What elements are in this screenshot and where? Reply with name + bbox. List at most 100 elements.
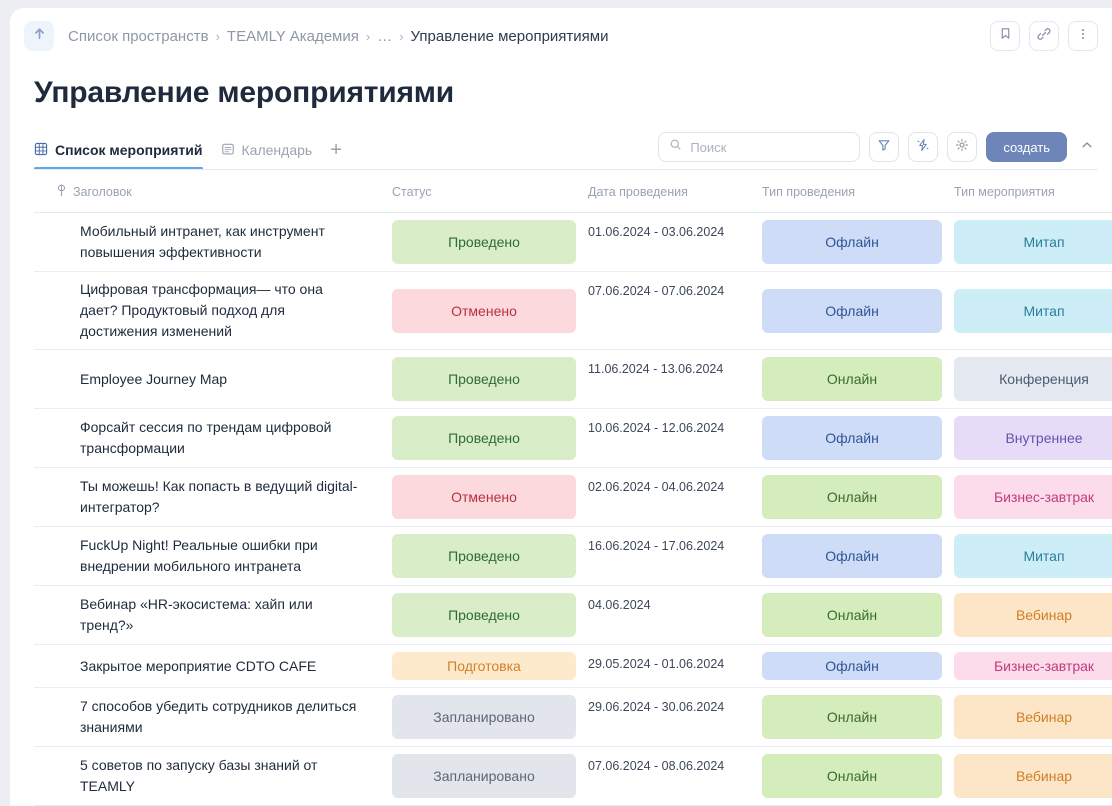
cell-mode[interactable]: Офлайн <box>762 408 954 468</box>
table-row[interactable]: Закрытое мероприятие CDTO CAFE Подготовка… <box>34 644 1112 688</box>
cell-mode[interactable]: Онлайн <box>762 585 954 645</box>
cell-status[interactable]: Проведено <box>392 526 588 586</box>
cell-type[interactable]: Митап <box>954 526 1112 586</box>
cell-title[interactable]: Employee Journey Map <box>34 349 392 409</box>
cell-date[interactable]: 02.06.2024 - 04.06.2024 <box>588 467 762 527</box>
cell-mode[interactable]: Онлайн <box>762 467 954 527</box>
cell-status[interactable]: Запланировано <box>392 746 588 806</box>
column-header-title-label: Заголовок <box>73 185 132 199</box>
cell-title[interactable]: 5 советов по запуску базы знаний от TEAM… <box>34 746 392 806</box>
cell-status[interactable]: Проведено <box>392 585 588 645</box>
table-row[interactable]: FuckUp Night! Реальные ошибки при внедре… <box>34 526 1112 586</box>
breadcrumb-item-0[interactable]: Список пространств <box>68 28 209 45</box>
table-row[interactable]: 5 советов по запуску базы знаний от TEAM… <box>34 746 1112 806</box>
column-header-status[interactable]: Статус <box>392 170 588 213</box>
cell-date[interactable]: 07.06.2024 - 08.06.2024 <box>588 746 762 806</box>
more-options-button[interactable] <box>1068 21 1098 51</box>
filter-button[interactable] <box>869 132 900 162</box>
breadcrumb-item-current[interactable]: Управление мероприятиями <box>411 28 609 45</box>
column-header-date[interactable]: Дата проведения <box>588 170 762 213</box>
status-badge: Проведено <box>392 593 576 637</box>
breadcrumb-item-1[interactable]: TEAMLY Академия <box>227 28 359 45</box>
mode-badge: Офлайн <box>762 534 942 578</box>
cell-type[interactable]: Митап <box>954 271 1112 350</box>
sort-icon <box>56 184 67 200</box>
table-header-row: Заголовок Статус Дата проведения Тип про… <box>34 170 1112 213</box>
table-row[interactable]: Цифровая трансформация— что она дает? Пр… <box>34 271 1112 350</box>
link-button[interactable] <box>1029 21 1059 51</box>
search-box[interactable] <box>658 132 861 162</box>
automation-button[interactable] <box>908 132 939 162</box>
search-input[interactable] <box>690 139 850 155</box>
table-toolbar: создать <box>658 132 1098 170</box>
status-badge: Подготовка <box>392 652 576 680</box>
cell-date[interactable]: 16.06.2024 - 17.06.2024 <box>588 526 762 586</box>
cell-type[interactable]: Внутреннее <box>954 408 1112 468</box>
cell-date[interactable]: 29.05.2024 - 01.06.2024 <box>588 644 762 688</box>
cell-date[interactable]: 01.06.2024 - 03.06.2024 <box>588 212 762 272</box>
collapse-panel-button[interactable] <box>1076 134 1098 160</box>
bookmark-button[interactable] <box>990 21 1020 51</box>
table-row[interactable]: Форсайт сессия по трендам цифровой транс… <box>34 408 1112 468</box>
cell-title[interactable]: Форсайт сессия по трендам цифровой транс… <box>34 408 392 468</box>
cell-title[interactable]: Ты можешь! Как попасть в ведущий digital… <box>34 467 392 527</box>
tab-calendar[interactable]: Календарь <box>221 142 312 169</box>
cell-date[interactable]: 11.06.2024 - 13.06.2024 <box>588 349 762 409</box>
cell-date[interactable]: 04.06.2024 <box>588 585 762 645</box>
table-row[interactable]: 7 способов убедить сотрудников делиться … <box>34 687 1112 747</box>
cell-status[interactable]: Отменено <box>392 467 588 527</box>
back-button[interactable] <box>24 21 54 51</box>
cell-status[interactable]: Подготовка <box>392 644 588 688</box>
cell-date[interactable]: 29.06.2024 - 30.06.2024 <box>588 687 762 747</box>
cell-status[interactable]: Отменено <box>392 271 588 350</box>
table-row[interactable]: Вебинар «HR-экосистема: хайп или тренд?»… <box>34 585 1112 645</box>
cell-date[interactable]: 07.06.2024 - 07.06.2024 <box>588 271 762 350</box>
top-bar-actions <box>990 21 1098 51</box>
cell-mode[interactable]: Онлайн <box>762 746 954 806</box>
create-button[interactable]: создать <box>986 132 1067 162</box>
cell-title[interactable]: 7 способов убедить сотрудников делиться … <box>34 687 392 747</box>
cell-mode[interactable]: Онлайн <box>762 349 954 409</box>
table-row[interactable]: Employee Journey Map Проведено 11.06.2024 … <box>34 349 1112 409</box>
more-vertical-icon <box>1076 27 1090 46</box>
cell-title[interactable]: Закрытое мероприятие CDTO CAFE <box>34 644 392 688</box>
cell-title[interactable]: Вебинар «HR-экосистема: хайп или тренд?» <box>34 585 392 645</box>
cell-type[interactable]: Вебинар <box>954 585 1112 645</box>
cell-mode[interactable]: Офлайн <box>762 212 954 272</box>
column-header-mode[interactable]: Тип проведения <box>762 170 954 213</box>
settings-button[interactable] <box>947 132 978 162</box>
cell-status[interactable]: Проведено <box>392 408 588 468</box>
breadcrumb-ellipsis[interactable]: … <box>377 28 392 45</box>
cell-date[interactable]: 10.06.2024 - 12.06.2024 <box>588 408 762 468</box>
cell-type[interactable]: Бизнес-завтрак <box>954 644 1112 688</box>
cell-status[interactable]: Проведено <box>392 212 588 272</box>
column-header-title[interactable]: Заголовок <box>34 170 392 213</box>
mode-badge: Офлайн <box>762 288 942 333</box>
tab-list: Список мероприятий Календарь + <box>34 140 342 170</box>
cell-mode[interactable]: Офлайн <box>762 271 954 350</box>
table-row[interactable]: Ты можешь! Как попасть в ведущий digital… <box>34 467 1112 527</box>
type-badge: Бизнес-завтрак <box>954 652 1112 680</box>
cell-mode[interactable]: Офлайн <box>762 526 954 586</box>
cell-type[interactable]: Вебинар <box>954 746 1112 806</box>
chevron-up-icon <box>1080 138 1094 157</box>
breadcrumb-separator: › <box>399 28 404 44</box>
mode-badge: Онлайн <box>762 754 942 798</box>
gear-icon <box>955 138 969 157</box>
tab-events-list[interactable]: Список мероприятий <box>34 142 203 170</box>
column-header-type[interactable]: Тип мероприятия <box>954 170 1112 213</box>
cell-mode[interactable]: Онлайн <box>762 687 954 747</box>
table-row[interactable]: Мобильный интранет, как инструмент повыш… <box>34 212 1112 272</box>
cell-type[interactable]: Конференция <box>954 349 1112 409</box>
cell-mode[interactable]: Офлайн <box>762 644 954 688</box>
cell-title[interactable]: FuckUp Night! Реальные ошибки при внедре… <box>34 526 392 586</box>
mode-badge: Онлайн <box>762 357 942 401</box>
add-tab-button[interactable]: + <box>330 140 342 170</box>
cell-status[interactable]: Запланировано <box>392 687 588 747</box>
cell-status[interactable]: Проведено <box>392 349 588 409</box>
cell-type[interactable]: Митап <box>954 212 1112 272</box>
cell-type[interactable]: Вебинар <box>954 687 1112 747</box>
cell-title[interactable]: Цифровая трансформация— что она дает? Пр… <box>34 271 392 350</box>
cell-title[interactable]: Мобильный интранет, как инструмент повыш… <box>34 212 392 272</box>
cell-type[interactable]: Бизнес-завтрак <box>954 467 1112 527</box>
